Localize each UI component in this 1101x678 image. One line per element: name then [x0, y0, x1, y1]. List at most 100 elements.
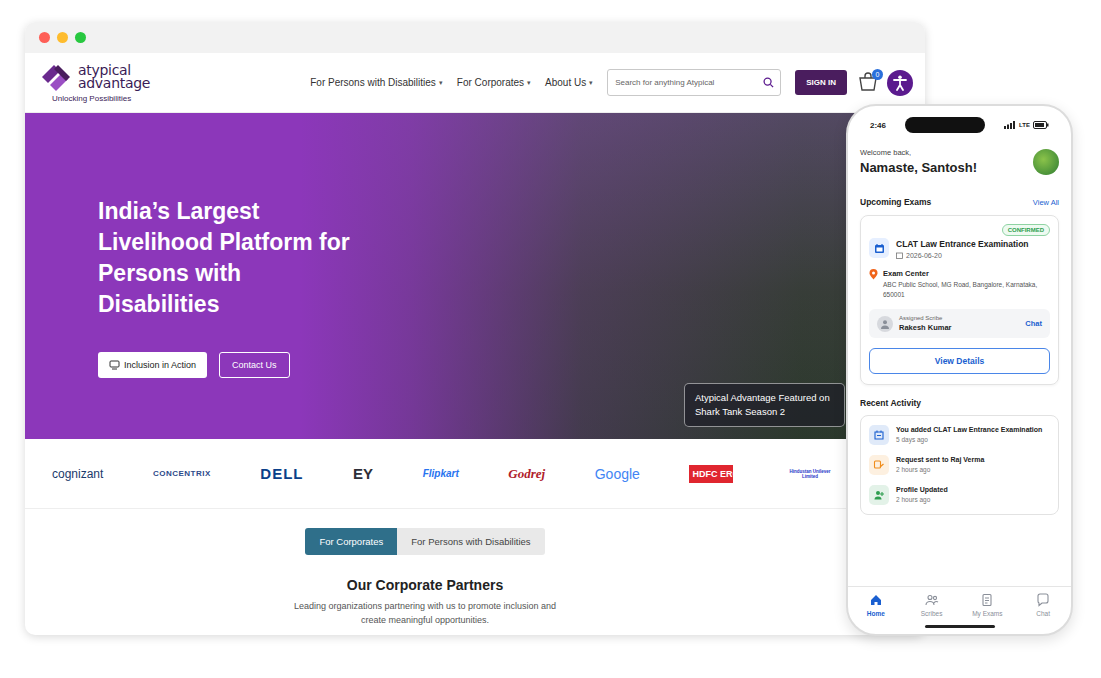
search-input[interactable] [615, 78, 763, 87]
partner-logo: Godrej [508, 466, 545, 482]
user-greeting: Namaste, Santosh! [860, 160, 977, 175]
accessibility-icon [891, 74, 909, 92]
nav-tab[interactable]: My Exams [967, 593, 1007, 617]
browser-window: atypicaladvantageUnlocking Possibilities… [25, 22, 925, 635]
sign-in-button[interactable]: SIGN IN [795, 70, 847, 95]
partners-section: For CorporatesFor Persons with Disabilit… [25, 509, 925, 635]
nav-tab-label[interactable]: My Exams [972, 610, 1002, 617]
partner-logo: Hindustan Unilever Limited [783, 469, 837, 479]
caret-icon[interactable]: ▾ [527, 79, 531, 87]
chat-link[interactable]: Chat [1025, 319, 1042, 328]
partner-logo: EY [353, 465, 373, 482]
view-all-link[interactable]: View All [1033, 198, 1059, 207]
cart-button[interactable]: 0 [857, 72, 879, 94]
section-subtitle: Leading organizations partnering with us… [290, 599, 560, 627]
battery-icon [1033, 121, 1049, 129]
exam-tile [869, 238, 889, 258]
status-bar: 2:46 LTE [860, 114, 1059, 136]
main-nav: For Persons with Disabilities▾For Corpor… [298, 77, 607, 88]
photo-caption: Atypical Advantage Featured on Shark Tan… [684, 383, 845, 427]
nav-item[interactable]: For Persons with Disabilities▾ [310, 77, 443, 88]
activity-text: Profile Updated [896, 485, 948, 494]
hero-buttons: Inclusion in Action Contact Us [98, 352, 355, 378]
view-details-button[interactable]: View Details [869, 348, 1050, 374]
exam-card: CONFIRMED CLAT Law Entrance Examination 20… [860, 215, 1059, 385]
accessibility-button[interactable] [887, 70, 913, 96]
exam-date: 2026-06-20 [906, 252, 942, 259]
nav-item[interactable]: For Corporates▾ [457, 77, 531, 88]
chat-icon [1036, 593, 1050, 607]
partner-logo: DELL [260, 465, 303, 482]
activity-time: 2 hours ago [896, 466, 984, 473]
date-icon [896, 252, 903, 259]
activity-text: Request sent to Raj Verma [896, 455, 984, 464]
partner-logo: cognizant [52, 467, 103, 481]
exam-title: CLAT Law Entrance Examination [896, 238, 1029, 250]
partner-logos: cognizant CONCENTRIX DELL EY Flipkart Godrej G… [25, 439, 925, 509]
section-title: Upcoming Exams [860, 197, 931, 207]
network-label: LTE [1019, 122, 1030, 128]
partner-logo: Google [595, 466, 640, 482]
person-icon [880, 319, 890, 329]
audience-tabs: For CorporatesFor Persons with Disabilit… [305, 528, 544, 555]
tab[interactable]: For Corporates [305, 528, 397, 555]
nav-tab[interactable]: Home [856, 593, 896, 617]
partner-logo: Flipkart [423, 468, 459, 479]
scribe-avatar [877, 316, 893, 332]
logo-icon [40, 62, 74, 92]
calendar-icon [874, 243, 885, 254]
nav-tab-label[interactable]: Chat [1036, 610, 1050, 617]
nav-tab[interactable]: Scribes [912, 593, 952, 617]
hero-button[interactable]: Inclusion in Action [98, 352, 207, 378]
nav-tab[interactable]: Chat [1023, 593, 1063, 617]
activity-list: You added CLAT Law Entrance Examination5… [860, 415, 1059, 515]
center-label: Exam Center [883, 269, 1050, 278]
location-icon [869, 269, 878, 300]
close-dot [39, 32, 50, 43]
activity-icon [873, 429, 885, 441]
nav-label[interactable]: For Persons with Disabilities [310, 77, 436, 88]
tab[interactable]: For Persons with Disabilities [397, 528, 544, 555]
center-address: ABC Public School, MG Road, Bangalore, K… [883, 280, 1050, 300]
site-logo[interactable]: atypicaladvantageUnlocking Possibilities [40, 62, 298, 103]
status-badge: CONFIRMED [1002, 224, 1050, 236]
partner-logo: HDFC ERGO [689, 465, 733, 483]
nav-label[interactable]: About Us [545, 77, 586, 88]
activity-time: 2 hours ago [896, 496, 948, 503]
nav-tab-label[interactable]: Home [867, 610, 885, 617]
caret-icon[interactable]: ▾ [589, 79, 593, 87]
home-indicator [925, 625, 995, 628]
section-title: Recent Activity [860, 398, 1059, 408]
hero-title: India’s Largest Livelihood Platform for … [98, 196, 355, 320]
caret-icon[interactable]: ▾ [439, 79, 443, 87]
welcome-text: Welcome back, [860, 148, 977, 157]
section-heading: Our Corporate Partners [347, 577, 503, 593]
activity-tile [869, 485, 889, 505]
partner-logo: CONCENTRIX [153, 469, 211, 478]
hero-banner: India’s Largest Livelihood Platform for … [25, 113, 925, 439]
phone-app: 2:46 LTE Welcome back, Namaste, Santosh! Upc… [846, 104, 1073, 636]
nav-item[interactable]: About Us▾ [545, 77, 593, 88]
home-icon [869, 593, 883, 607]
activity-time: 5 days ago [896, 436, 1042, 443]
search-box[interactable] [607, 69, 781, 96]
button-label[interactable]: Inclusion in Action [124, 360, 196, 370]
scribe-label: Assigned Scribe [899, 315, 952, 321]
avatar-icon[interactable] [1033, 149, 1059, 175]
exams-icon [980, 593, 994, 607]
logo-line: atypical [78, 64, 150, 77]
activity-item[interactable]: Request sent to Raj Verma 2 hours ago [869, 450, 1050, 480]
hero-button[interactable]: Contact Us [219, 352, 290, 378]
cart-badge: 0 [872, 69, 883, 80]
site-header: atypicaladvantageUnlocking Possibilities… [25, 53, 925, 113]
activity-item[interactable]: Profile Updated 2 hours ago [869, 480, 1050, 510]
activity-item[interactable]: You added CLAT Law Entrance Examination5… [869, 420, 1050, 450]
window-controls [25, 22, 925, 53]
status-time: 2:46 [870, 121, 886, 130]
maximize-dot [75, 32, 86, 43]
dynamic-island [905, 117, 985, 133]
search-icon [763, 77, 774, 88]
nav-label[interactable]: For Corporates [457, 77, 524, 88]
nav-tab-label[interactable]: Scribes [921, 610, 943, 617]
logo-line: advantage [78, 77, 150, 90]
